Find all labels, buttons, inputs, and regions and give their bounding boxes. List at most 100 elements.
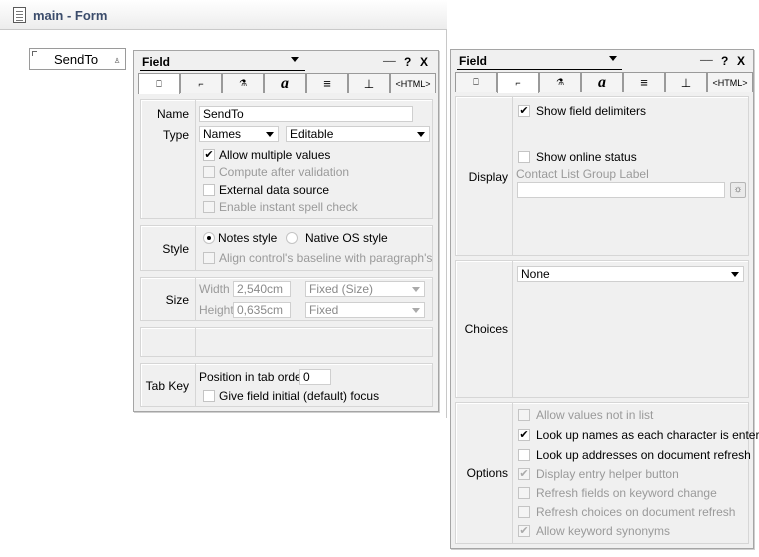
type-mode-value: Editable bbox=[290, 127, 334, 141]
width-mode-select[interactable]: Fixed (Size) bbox=[305, 281, 425, 297]
height-label: Height bbox=[199, 303, 234, 317]
width-label: Width bbox=[199, 282, 230, 296]
tab-paragraph[interactable]: ≡ bbox=[623, 72, 665, 92]
notes-style-radio[interactable] bbox=[203, 232, 215, 244]
html-tab-label: <HTML> bbox=[395, 78, 431, 89]
show-online-checkbox[interactable] bbox=[518, 151, 530, 163]
sendto-field[interactable]: SendTo ♙ bbox=[29, 48, 126, 70]
tab-advanced[interactable]: ⚗ bbox=[539, 72, 581, 92]
display-label: Display bbox=[468, 170, 508, 184]
allow-synonyms-label: Allow keyword synonyms bbox=[536, 524, 671, 538]
help-icon[interactable]: ? bbox=[404, 55, 411, 69]
font-tab-icon: a bbox=[281, 74, 289, 92]
paragraph-tab-icon: ≡ bbox=[640, 75, 648, 90]
spell-check-label: Enable instant spell check bbox=[219, 200, 358, 214]
style-label: Style bbox=[162, 242, 189, 256]
field-properties-panel-left: Field ── ? X ⎕ ⌐ ⚗ a ≡ ⊥ <HTML> Name Sen… bbox=[133, 50, 439, 412]
tab-font[interactable]: a bbox=[264, 73, 306, 93]
sendto-field-label: SendTo bbox=[54, 52, 99, 67]
panel-type-dropdown-icon[interactable] bbox=[291, 57, 299, 62]
tab-font[interactable]: a bbox=[581, 72, 623, 92]
align-baseline-checkbox[interactable] bbox=[203, 252, 215, 264]
tab-html[interactable]: <HTML> bbox=[390, 73, 436, 93]
compute-after-checkbox[interactable] bbox=[203, 166, 215, 178]
tab-control[interactable]: ⌐ bbox=[497, 72, 539, 93]
tab-paragraph[interactable]: ≡ bbox=[306, 73, 348, 93]
tab-field-info[interactable]: ⎕ bbox=[455, 72, 497, 92]
tab-html[interactable]: <HTML> bbox=[707, 72, 753, 92]
refresh-fields-label: Refresh fields on keyword change bbox=[536, 486, 717, 500]
allow-not-in-list-checkbox[interactable] bbox=[518, 409, 530, 421]
field-info-tab-icon: ⎕ bbox=[156, 78, 162, 89]
type-mode-select[interactable]: Editable bbox=[286, 126, 430, 142]
section-divider bbox=[512, 403, 513, 543]
tabkey-label: Tab Key bbox=[145, 379, 189, 393]
tab-order-label: Position in tab order bbox=[199, 370, 306, 384]
address-book-icon: ♙ bbox=[113, 58, 121, 65]
hide-when-tab-icon: ⊥ bbox=[363, 76, 375, 91]
tab-advanced[interactable]: ⚗ bbox=[222, 73, 264, 93]
panel-title: Field bbox=[142, 55, 171, 69]
allow-synonyms-checkbox[interactable]: ✔ bbox=[518, 525, 530, 537]
form-title: main - Form bbox=[33, 8, 108, 23]
tab-hide-when[interactable]: ⊥ bbox=[348, 73, 390, 93]
field-corner-icon bbox=[32, 51, 37, 56]
hide-when-tab-icon: ⊥ bbox=[680, 75, 692, 90]
field-info-tab-icon: ⎕ bbox=[473, 77, 479, 87]
notes-style-label: Notes style bbox=[218, 231, 278, 245]
initial-focus-checkbox[interactable] bbox=[203, 390, 215, 402]
chevron-down-icon bbox=[266, 132, 274, 137]
refresh-choices-checkbox[interactable] bbox=[518, 506, 530, 518]
spell-check-checkbox[interactable] bbox=[203, 201, 215, 213]
allow-multiple-checkbox[interactable]: ✔ bbox=[203, 149, 215, 161]
minimize-icon[interactable]: ── bbox=[700, 55, 713, 65]
choices-select[interactable]: None bbox=[517, 266, 744, 282]
tab-order-input[interactable]: 0 bbox=[299, 369, 331, 385]
refresh-fields-checkbox[interactable] bbox=[518, 487, 530, 499]
type-select-value: Names bbox=[203, 127, 242, 141]
tab-hide-when[interactable]: ⊥ bbox=[665, 72, 707, 92]
lookup-each-char-checkbox[interactable]: ✔ bbox=[518, 429, 530, 441]
external-source-checkbox[interactable] bbox=[203, 184, 215, 196]
chevron-down-icon bbox=[412, 308, 420, 313]
advanced-tab-icon: ⚗ bbox=[238, 78, 248, 88]
tab-field-info[interactable]: ⎕ bbox=[138, 73, 180, 94]
close-icon[interactable]: X bbox=[420, 55, 428, 69]
control-tab-icon: ⌐ bbox=[198, 78, 204, 89]
section-divider bbox=[195, 278, 196, 320]
section-divider bbox=[512, 261, 513, 397]
name-label: Name bbox=[156, 107, 189, 121]
section-divider bbox=[195, 226, 196, 270]
refresh-choices-label: Refresh choices on document refresh bbox=[536, 505, 736, 519]
initial-focus-label: Give field initial (default) focus bbox=[219, 389, 380, 403]
control-tab-icon: ⌐ bbox=[515, 78, 521, 88]
lookup-refresh-checkbox[interactable] bbox=[518, 449, 530, 461]
width-input[interactable]: 2,540cm bbox=[233, 281, 291, 297]
panel-type-dropdown-icon[interactable] bbox=[609, 56, 617, 61]
contact-group-input[interactable] bbox=[517, 182, 725, 198]
basics-section: Name SendTo Type Names Editable ✔ Allow … bbox=[140, 99, 433, 219]
help-icon[interactable]: ? bbox=[721, 54, 728, 68]
show-delimiters-checkbox[interactable]: ✔ bbox=[518, 105, 530, 117]
section-divider bbox=[195, 100, 196, 218]
close-icon[interactable]: X bbox=[737, 54, 745, 68]
section-divider bbox=[512, 97, 513, 255]
height-input[interactable]: 0,635cm bbox=[233, 302, 291, 318]
form-titlebar: main - Form bbox=[0, 0, 447, 30]
html-tab-label: <HTML> bbox=[712, 77, 748, 88]
choices-select-value: None bbox=[521, 267, 550, 281]
lookup-each-char-label: Look up names as each character is enter… bbox=[536, 428, 759, 442]
native-style-radio[interactable] bbox=[286, 232, 298, 244]
minimize-icon[interactable]: ── bbox=[383, 56, 396, 66]
height-mode-select[interactable]: Fixed bbox=[305, 302, 425, 318]
section-divider bbox=[195, 328, 196, 356]
options-label: Options bbox=[466, 466, 508, 480]
native-style-label: Native OS style bbox=[305, 231, 388, 245]
style-section: Style Notes style Native OS style Align … bbox=[140, 225, 433, 271]
entry-helper-checkbox[interactable]: ✔ bbox=[518, 468, 530, 480]
formula-icon[interactable]: ☼ bbox=[730, 182, 746, 198]
type-select[interactable]: Names bbox=[199, 126, 279, 142]
tab-control[interactable]: ⌐ bbox=[180, 73, 222, 93]
chevron-down-icon bbox=[731, 272, 739, 277]
name-input[interactable]: SendTo bbox=[199, 106, 413, 122]
